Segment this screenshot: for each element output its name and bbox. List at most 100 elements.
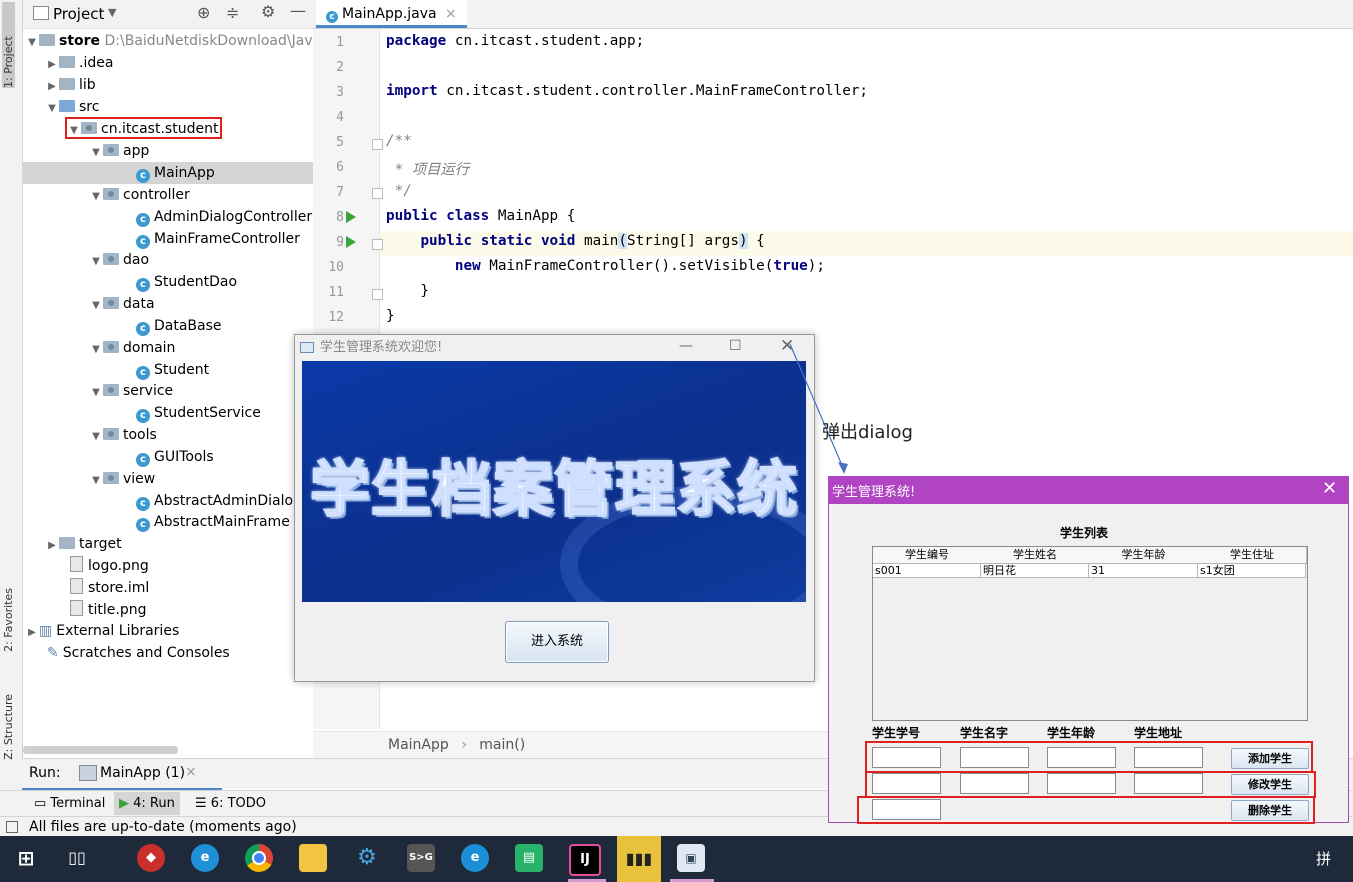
sg-app-icon[interactable]: S>G xyxy=(407,844,435,872)
tree-item-mainapp[interactable]: c MainApp xyxy=(23,162,313,184)
table-cell[interactable]: 31 xyxy=(1089,564,1198,578)
close-tab-icon[interactable]: × xyxy=(445,6,457,22)
tree-item-title-png[interactable]: title.png xyxy=(70,599,146,621)
status-text: All files are up-to-date (moments ago) xyxy=(29,819,297,835)
fold-icon[interactable] xyxy=(372,139,383,150)
breadcrumb-class[interactable]: MainApp xyxy=(388,737,449,753)
table-cell[interactable]: s001 xyxy=(873,564,981,578)
tree-item-studentservice[interactable]: c StudentService xyxy=(136,402,261,424)
annotation-arrow xyxy=(789,343,848,474)
code-line-10[interactable]: new MainFrameController().setVisible(tru… xyxy=(386,258,825,274)
package-icon xyxy=(103,297,119,309)
code-line-7[interactable]: */ xyxy=(386,183,412,199)
tree-item-idea[interactable]: ▶ .idea xyxy=(45,52,113,74)
tree-item-abstractadmindialog[interactable]: c AbstractAdminDialog xyxy=(136,490,302,512)
file-explorer-icon[interactable] xyxy=(299,844,327,872)
class-icon: c xyxy=(326,11,338,23)
settings-icon[interactable]: ⚙ xyxy=(353,844,381,872)
tree-item-controller[interactable]: ▼ controller xyxy=(89,184,190,206)
package-icon xyxy=(103,188,119,200)
tab-terminal[interactable]: ▭ Terminal xyxy=(34,796,105,811)
fold-icon[interactable] xyxy=(372,188,383,199)
code-line-5[interactable]: /** xyxy=(386,133,412,149)
tree-item-guitools[interactable]: c GUITools xyxy=(136,446,214,468)
powerbi-icon[interactable]: ▮▮▮ xyxy=(617,836,661,882)
close-icon[interactable]: ✕ xyxy=(1322,478,1337,499)
tree-item-data[interactable]: ▼ data xyxy=(89,293,154,315)
code-line-1[interactable]: package cn.itcast.student.app; xyxy=(386,33,644,49)
tree-item-abstractmainframe[interactable]: c AbstractMainFrame xyxy=(136,511,290,533)
tree-item-store[interactable]: ▼ store D:\BaiduNetdiskDownload\Java-( xyxy=(23,30,332,52)
column-header[interactable]: 学生住址 xyxy=(1198,547,1307,564)
code-line-8[interactable]: public class MainApp { xyxy=(386,208,575,224)
tree-item-mainframecontroller[interactable]: c MainFrameController xyxy=(136,228,300,250)
java-window-icon[interactable]: ▣ xyxy=(677,844,705,872)
code-line-11[interactable]: } xyxy=(386,283,429,299)
code-line-6[interactable]: * 项目运行 xyxy=(386,158,469,179)
edge-icon[interactable]: e xyxy=(191,844,219,872)
table-cell[interactable]: s1女团 xyxy=(1198,564,1306,578)
tree-item-student[interactable]: c Student xyxy=(136,359,209,381)
ie-icon[interactable]: e xyxy=(461,844,489,872)
tree-item-database[interactable]: c DataBase xyxy=(136,315,222,337)
tree-item-admindialogcontroller[interactable]: c AdminDialogController xyxy=(136,206,312,228)
run-gutter-icon[interactable] xyxy=(346,236,356,248)
project-title[interactable]: Project xyxy=(53,5,104,23)
minimize-icon[interactable]: — xyxy=(290,1,306,20)
tree-item-studentdao[interactable]: c StudentDao xyxy=(136,271,237,293)
breadcrumb-method[interactable]: main() xyxy=(479,737,525,753)
tree-item-external-libraries[interactable]: ▶ ▥ External Libraries xyxy=(23,620,179,642)
tree-item-scratches[interactable]: ✎ Scratches and Consoles xyxy=(47,642,230,664)
table-cell[interactable]: 明日花 xyxy=(981,564,1089,578)
fold-icon[interactable] xyxy=(372,239,383,250)
code-line-9[interactable]: public static void main(String[] args) { xyxy=(386,233,765,249)
tab-structure[interactable]: Z: Structure xyxy=(2,694,15,760)
highlight-box-edit-row xyxy=(865,771,1316,798)
recycle-icon[interactable]: ▤ xyxy=(515,844,543,872)
tab-run[interactable]: ▶ 4: Run xyxy=(114,792,180,815)
scratches-icon: ✎ xyxy=(47,645,59,661)
tab-favorites[interactable]: 2: Favorites xyxy=(2,588,15,652)
app-red-icon[interactable]: ◆ xyxy=(137,844,165,872)
task-view-icon[interactable]: ▯▯ xyxy=(63,844,91,872)
tree-item-domain[interactable]: ▼ domain xyxy=(89,337,175,359)
minimize-icon[interactable]: — xyxy=(679,338,693,354)
enter-system-button[interactable]: 进入系统 xyxy=(505,621,609,663)
editor-tabbar xyxy=(313,0,1353,29)
tree-item-target[interactable]: ▶ target xyxy=(45,533,121,555)
column-header[interactable]: 学生编号 xyxy=(873,547,982,564)
tree-item-src[interactable]: ▼ src xyxy=(45,96,99,118)
horizontal-scrollbar[interactable] xyxy=(23,746,178,754)
tree-item-app[interactable]: ▼ app xyxy=(89,140,149,162)
locate-icon[interactable]: ⊕ xyxy=(197,3,210,22)
tree-item-lib[interactable]: ▶ lib xyxy=(45,74,96,96)
close-run-tab-icon[interactable]: × xyxy=(185,764,197,780)
windows-start-icon[interactable]: ⊞ xyxy=(12,844,40,872)
chrome-icon[interactable] xyxy=(245,844,273,872)
code-line-12[interactable]: } xyxy=(386,308,395,324)
code-line-3[interactable]: import cn.itcast.student.controller.Main… xyxy=(386,83,868,99)
tree-item-dao[interactable]: ▼ dao xyxy=(89,249,149,271)
highlight-box-add-row xyxy=(865,741,1313,773)
maximize-icon[interactable]: ☐ xyxy=(729,338,742,354)
column-header[interactable]: 学生姓名 xyxy=(981,547,1090,564)
column-header[interactable]: 学生年龄 xyxy=(1089,547,1199,564)
run-config-tab[interactable]: MainApp (1) xyxy=(100,765,185,781)
tree-item-logo-png[interactable]: logo.png xyxy=(70,555,149,577)
tree-item-store-iml[interactable]: store.iml xyxy=(70,577,149,599)
window-app-icon xyxy=(300,342,314,353)
tab-mainapp-java[interactable]: c MainApp.java × xyxy=(316,0,467,28)
gear-icon[interactable]: ⚙ xyxy=(261,2,275,21)
tree-item-service[interactable]: ▼ service xyxy=(89,380,173,402)
ime-indicator[interactable]: 拼 xyxy=(1316,848,1331,869)
run-gutter-icon[interactable] xyxy=(346,211,356,223)
chevron-down-icon[interactable]: ▼ xyxy=(108,6,116,19)
tree-item-view[interactable]: ▼ view xyxy=(89,468,155,490)
tab-project[interactable]: 1: Project xyxy=(2,2,15,88)
tree-item-tools[interactable]: ▼ tools xyxy=(89,424,157,446)
tab-todo[interactable]: ☰ 6: TODO xyxy=(195,796,266,811)
intellij-icon[interactable]: IJ xyxy=(569,844,601,876)
line-number: 5 xyxy=(336,135,344,150)
fold-icon[interactable] xyxy=(372,289,383,300)
collapse-icon[interactable]: ≑ xyxy=(226,3,239,22)
